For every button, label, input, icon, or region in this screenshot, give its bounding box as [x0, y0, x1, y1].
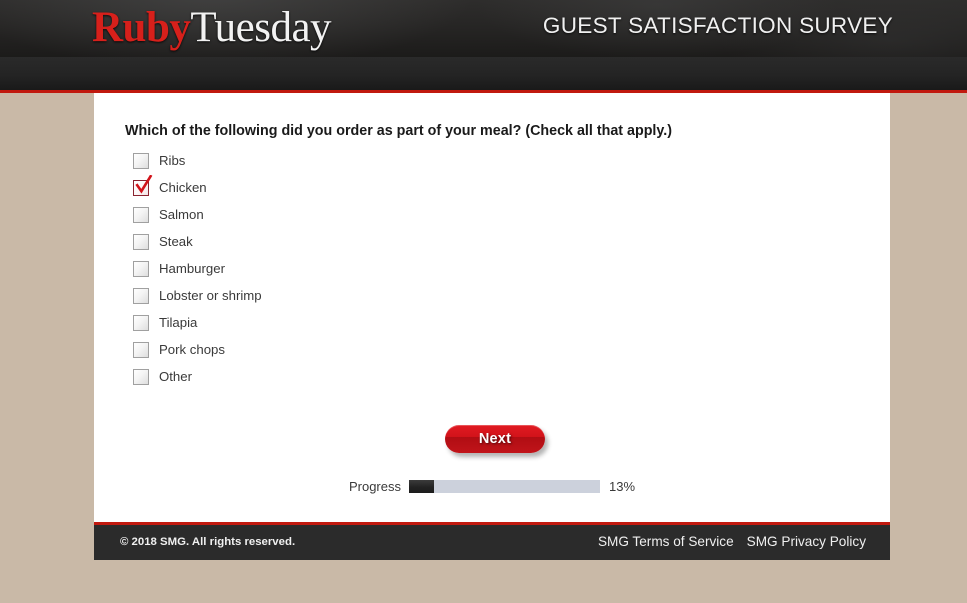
progress-bar-track: [409, 480, 600, 493]
copyright-text: © 2018 SMG. All rights reserved.: [120, 536, 296, 548]
checkbox-option-label: Chicken: [159, 180, 207, 195]
checkbox-option-label: Other: [159, 369, 192, 384]
question-text: Which of the following did you order as …: [125, 123, 673, 139]
checkbox-option-row[interactable]: Steak: [133, 228, 262, 255]
checkbox-option-row[interactable]: Salmon: [133, 201, 262, 228]
checkbox-option-row[interactable]: Lobster or shrimp: [133, 282, 262, 309]
checkmark-icon: [135, 174, 153, 194]
checkbox-unchecked-icon[interactable]: [133, 314, 149, 331]
checkbox-option-list: Ribs Chicken Salmon Steak Hamburger Lobster o…: [133, 147, 262, 390]
site-header: RubyTuesday GUEST SATISFACTION SURVEY: [0, 0, 967, 93]
header-bottom-band: [0, 57, 967, 90]
checkbox-option-row[interactable]: Other: [133, 363, 262, 390]
progress-section: Progress 13%: [94, 479, 890, 494]
checkbox-checked-icon[interactable]: [133, 174, 153, 196]
checkbox-unchecked-icon[interactable]: [133, 287, 149, 304]
site-footer: © 2018 SMG. All rights reserved. SMG Ter…: [94, 522, 890, 560]
progress-bar-fill: [409, 480, 434, 493]
footer-link-group: SMG Terms of Service SMG Privacy Policy: [598, 534, 866, 549]
checkbox-option-label: Pork chops: [159, 342, 225, 357]
progress-label: Progress: [348, 479, 401, 494]
checkbox-unchecked-icon[interactable]: [133, 233, 149, 250]
checkbox-option-label: Ribs: [159, 153, 186, 168]
content-panel: Which of the following did you order as …: [94, 93, 890, 522]
checkbox-option-label: Salmon: [159, 207, 204, 222]
checkbox-unchecked-icon[interactable]: [133, 368, 149, 385]
next-button[interactable]: Next: [445, 425, 545, 453]
checkbox-option-label: Steak: [159, 234, 193, 249]
checkbox-option-row[interactable]: Tilapia: [133, 309, 262, 336]
footer-link[interactable]: SMG Privacy Policy: [747, 534, 866, 549]
checkbox-unchecked-icon[interactable]: [133, 152, 149, 169]
checkbox-option-row[interactable]: Chicken: [133, 174, 262, 201]
checkbox-option-label: Hamburger: [159, 261, 225, 276]
checkbox-option-label: Lobster or shrimp: [159, 288, 262, 303]
checkbox-option-row[interactable]: Ribs: [133, 147, 262, 174]
logo-word-ruby: Ruby: [92, 4, 191, 51]
checkbox-option-row[interactable]: Pork chops: [133, 336, 262, 363]
checkbox-option-label: Tilapia: [159, 315, 198, 330]
logo-word-tuesday: Tuesday: [190, 4, 332, 51]
checkbox-unchecked-icon[interactable]: [133, 260, 149, 277]
footer-link[interactable]: SMG Terms of Service: [598, 534, 734, 549]
checkbox-unchecked-icon[interactable]: [133, 206, 149, 223]
survey-title: GUEST SATISFACTION SURVEY: [542, 13, 893, 38]
checkbox-option-row[interactable]: Hamburger: [133, 255, 262, 282]
progress-percent-text: 13%: [609, 479, 636, 494]
checkbox-unchecked-icon[interactable]: [133, 341, 149, 358]
ruby-tuesday-logo: RubyTuesday: [92, 2, 332, 54]
